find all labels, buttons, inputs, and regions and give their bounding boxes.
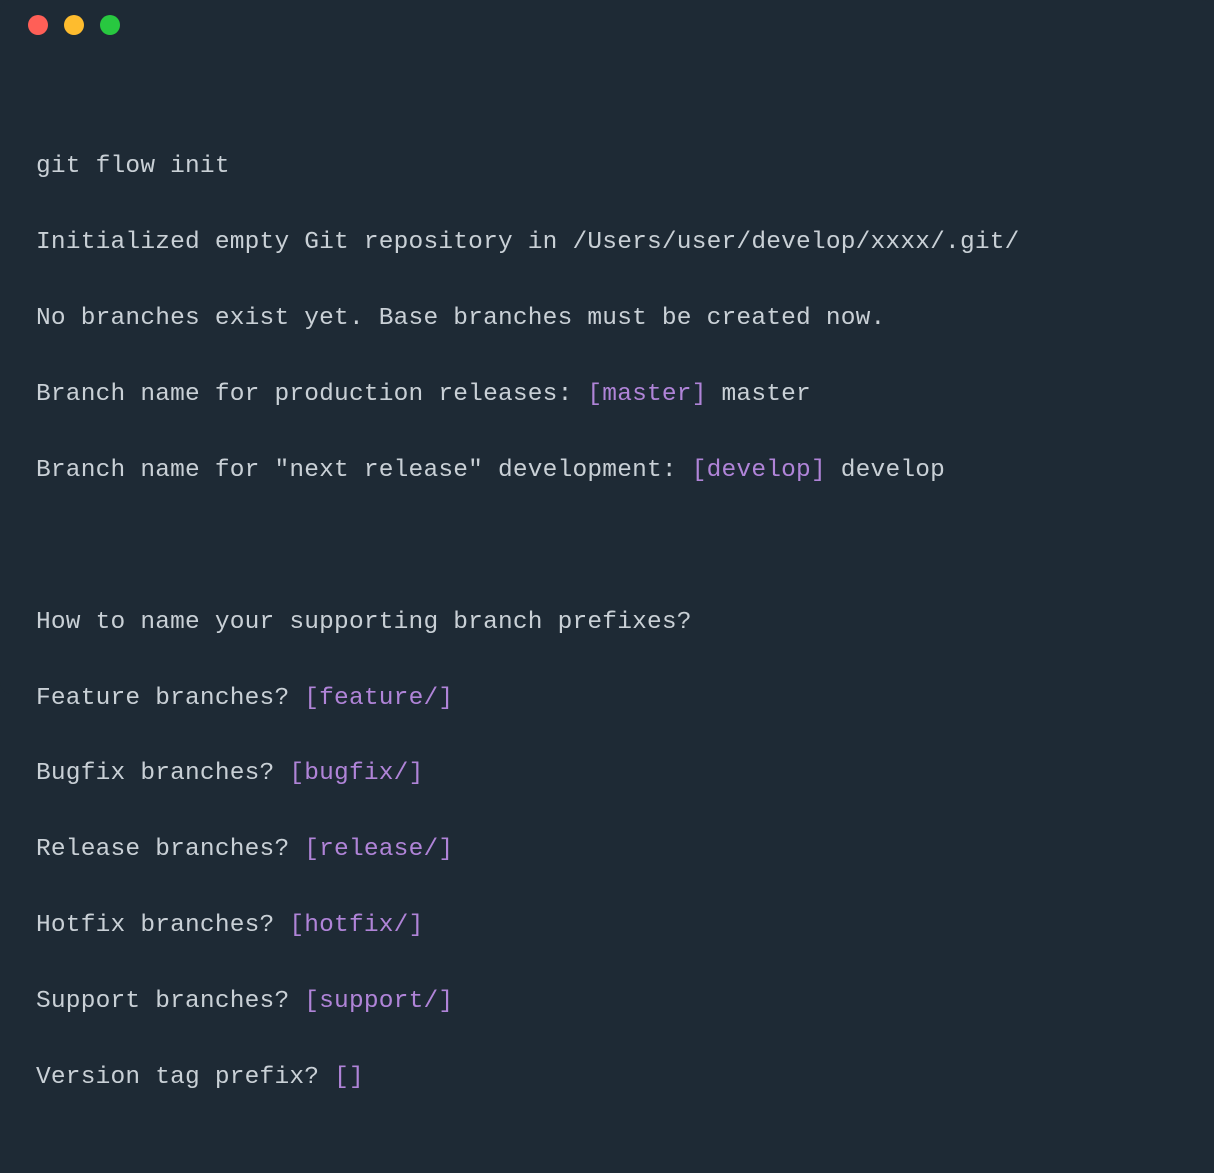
- term-line-feature: Feature branches? [feature/]: [36, 680, 1178, 718]
- term-line-dev: Branch name for "next release" developme…: [36, 452, 1178, 490]
- input-develop: develop: [826, 457, 945, 484]
- default-support: [support/]: [304, 988, 453, 1015]
- term-line-hotfix: Hotfix branches? [hotfix/]: [36, 907, 1178, 945]
- prompt-text: Hotfix branches?: [36, 912, 289, 939]
- default-bugfix: [bugfix/]: [289, 760, 423, 787]
- window-titlebar: [0, 0, 1214, 50]
- term-line-nobranch: No branches exist yet. Base branches mus…: [36, 300, 1178, 338]
- maximize-icon[interactable]: [100, 15, 120, 35]
- close-icon[interactable]: [28, 15, 48, 35]
- prompt-text: Feature branches?: [36, 685, 304, 712]
- prompt-text: Version tag prefix?: [36, 1064, 334, 1091]
- terminal-output[interactable]: git flow init Initialized empty Git repo…: [0, 50, 1214, 1173]
- term-line-prefixq: How to name your supporting branch prefi…: [36, 604, 1178, 642]
- minimize-icon[interactable]: [64, 15, 84, 35]
- prompt-text: Release branches?: [36, 836, 304, 863]
- prompt-text: Branch name for "next release" developme…: [36, 457, 692, 484]
- term-line-initrepo: Initialized empty Git repository in /Use…: [36, 224, 1178, 262]
- input-master: master: [707, 381, 811, 408]
- default-tagprefix: []: [334, 1064, 364, 1091]
- default-master: [master]: [587, 381, 706, 408]
- terminal-window: git flow init Initialized empty Git repo…: [0, 0, 1214, 694]
- term-line-prod: Branch name for production releases: [ma…: [36, 376, 1178, 414]
- term-line-command: git flow init: [36, 148, 1178, 186]
- default-feature: [feature/]: [304, 685, 453, 712]
- term-line-bugfix: Bugfix branches? [bugfix/]: [36, 755, 1178, 793]
- term-line-tagprefix: Version tag prefix? []: [36, 1059, 1178, 1097]
- blank-line: [36, 528, 1178, 566]
- prompt-text: Branch name for production releases:: [36, 381, 587, 408]
- prompt-text: Support branches?: [36, 988, 304, 1015]
- prompt-text: Bugfix branches?: [36, 760, 289, 787]
- term-line-release: Release branches? [release/]: [36, 831, 1178, 869]
- default-release: [release/]: [304, 836, 453, 863]
- default-hotfix: [hotfix/]: [289, 912, 423, 939]
- term-line-support: Support branches? [support/]: [36, 983, 1178, 1021]
- default-develop: [develop]: [692, 457, 826, 484]
